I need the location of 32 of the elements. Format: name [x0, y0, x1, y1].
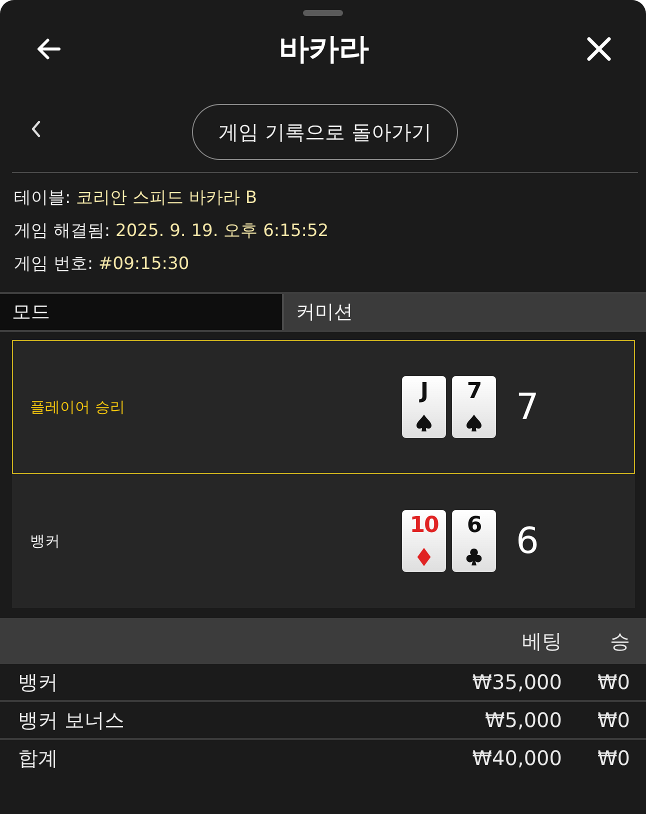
page-title: 바카라: [279, 30, 369, 68]
spade-icon: [414, 413, 434, 433]
table-cell-text: 합계: [17, 744, 59, 772]
column-header: 승: [609, 628, 631, 654]
table-cell-text: ₩0: [596, 746, 631, 770]
table-cell-text: ₩40,000: [471, 746, 562, 770]
hand-label: 플레이어 승리: [30, 398, 126, 416]
info-line: 게임 해결됨: 2025. 9. 19. 오후 6:15:52: [14, 220, 330, 242]
club-icon: [464, 547, 484, 567]
table-cell-text: ₩0: [596, 708, 631, 732]
table-cell-text: ₩5,000: [484, 708, 562, 732]
card-rank: 7: [466, 380, 482, 404]
tab[interactable]: 모드: [0, 294, 284, 330]
column-header: 베팅: [521, 628, 562, 654]
card-rank: 10: [410, 514, 438, 538]
card-rank: J: [420, 380, 428, 404]
info-line: 테이블: 코리안 스피드 바카라 B: [14, 187, 258, 209]
table-cell-text: 뱅커 보너스: [17, 706, 126, 734]
table-cell-text: 뱅커: [17, 668, 59, 696]
spade-icon: [464, 413, 484, 433]
drag-handle[interactable]: [303, 10, 343, 16]
table-cell-text: ₩35,000: [471, 670, 562, 694]
tab[interactable]: 커미션: [284, 294, 646, 330]
table-cell-text: ₩0: [596, 670, 631, 694]
info-line: 게임 번호: #09:15:30: [14, 253, 190, 275]
hand-score: 7: [516, 386, 539, 428]
chevron-left-icon[interactable]: [30, 119, 42, 139]
close-icon[interactable]: [584, 34, 614, 64]
hand-label: 뱅커: [30, 532, 61, 550]
hand-score: 6: [516, 520, 539, 562]
card-rank: 6: [466, 514, 482, 538]
back-to-history-button[interactable]: 게임 기록으로 돌아가기: [192, 104, 458, 160]
